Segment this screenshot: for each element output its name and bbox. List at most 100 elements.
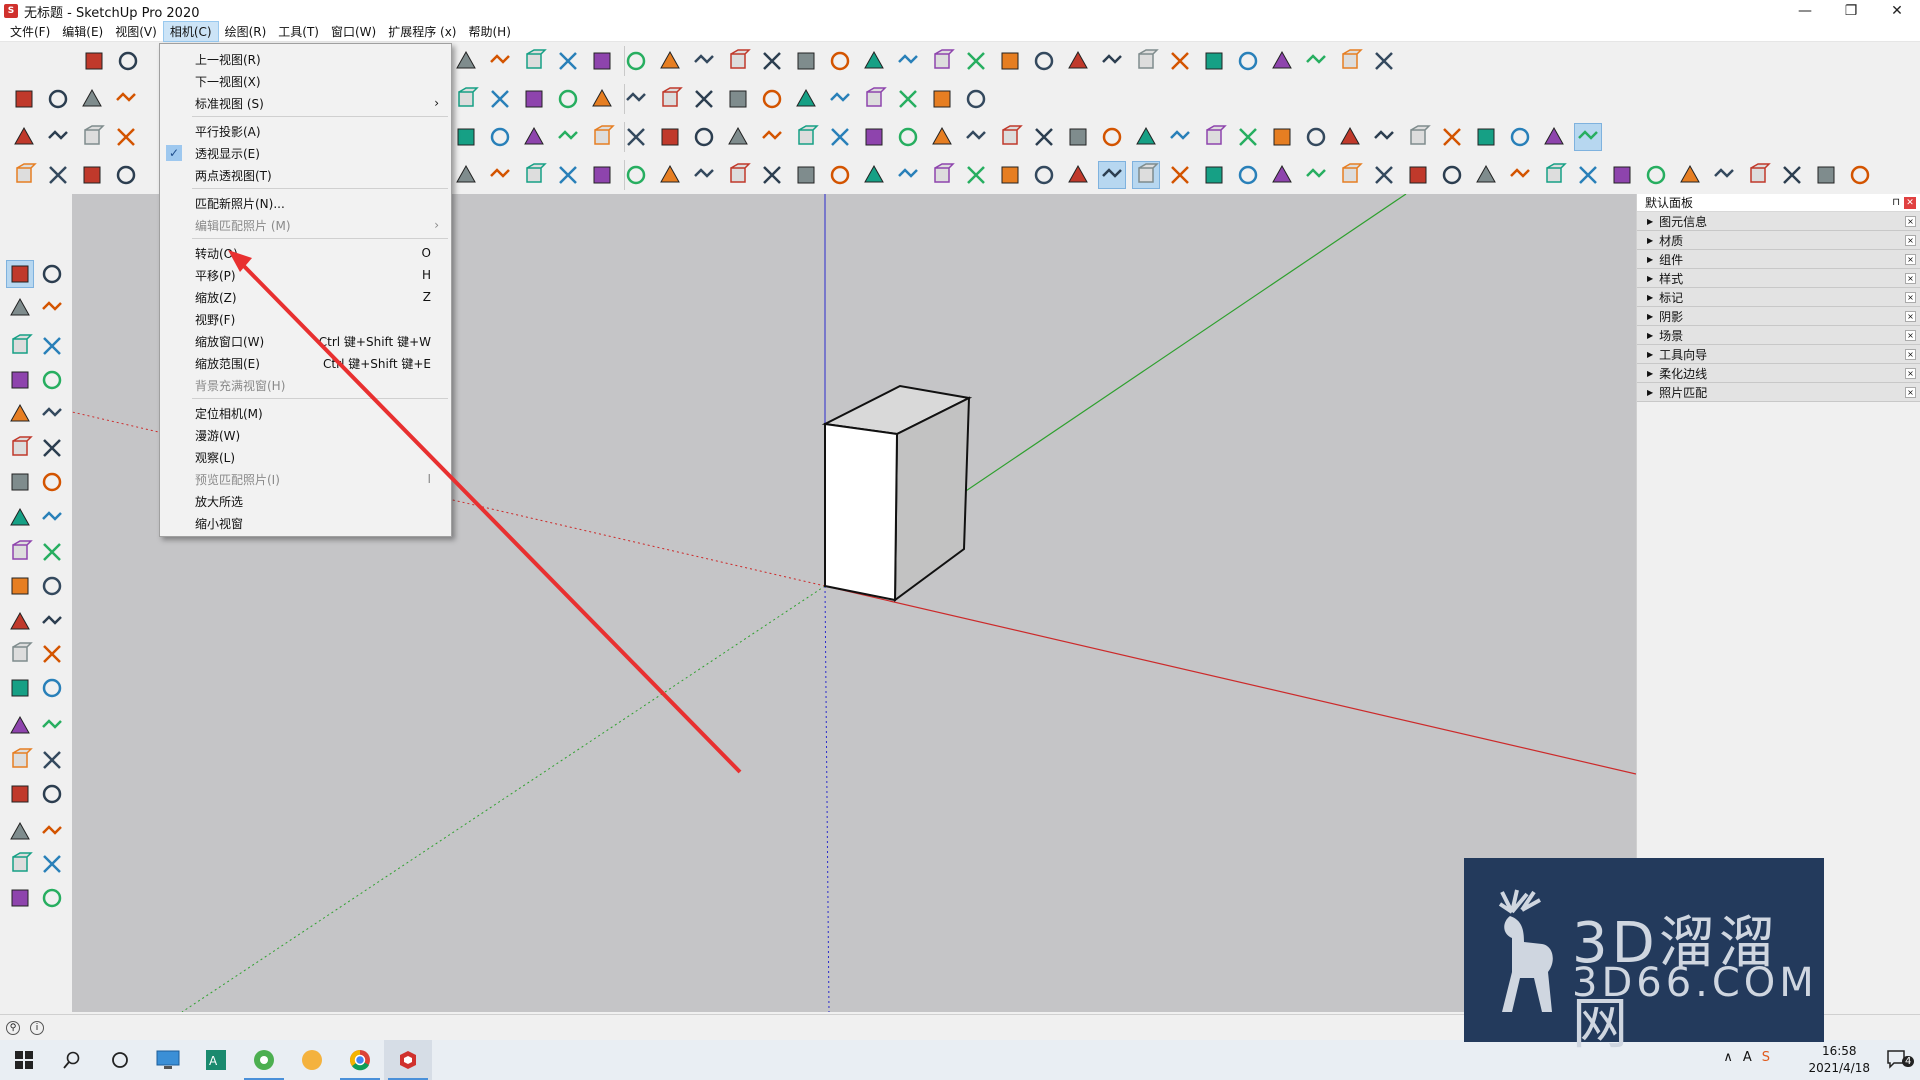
tray-panel-shadows[interactable]: ▶ 阴影 × (1637, 307, 1920, 326)
menu-item-orbit[interactable]: 转动(O) O (160, 242, 451, 264)
menu-item-zoom-extents[interactable]: 缩放范围(E) Ctrl 键+Shift 键+E (160, 352, 451, 374)
taskbar-app-browser-green[interactable] (240, 1040, 288, 1080)
tray-panel-soften-edges[interactable]: ▶ 柔化边线 × (1637, 364, 1920, 383)
toolbar-tool-icon[interactable] (1268, 47, 1296, 75)
menu-tools[interactable]: 工具(T) (272, 22, 325, 41)
restore-button[interactable]: ❐ (1828, 0, 1874, 22)
taskbar-app-autocad[interactable]: A (192, 1040, 240, 1080)
left-tool-icon[interactable] (6, 332, 34, 360)
box-front-face[interactable] (824, 422, 899, 602)
toolbar-tool-icon[interactable] (894, 85, 922, 113)
left-tool-icon[interactable] (6, 434, 34, 462)
toolbar-tool-icon[interactable] (44, 161, 72, 189)
search-button[interactable] (48, 1040, 96, 1080)
toolbar-tool-icon[interactable] (1370, 161, 1398, 189)
menu-item-look-around[interactable]: 观察(L) (160, 446, 451, 468)
menu-item-field-of-view[interactable]: 视野(F) (160, 308, 451, 330)
toolbar-tool-icon[interactable] (724, 161, 752, 189)
panel-close-icon[interactable]: × (1905, 329, 1916, 341)
toolbar-tool-icon[interactable] (44, 123, 72, 151)
toolbar-tool-icon[interactable] (792, 47, 820, 75)
toolbar-tool-icon[interactable] (962, 123, 990, 151)
left-tool-icon[interactable] (38, 538, 66, 566)
toolbar-tool-icon[interactable] (1506, 123, 1534, 151)
left-tool-icon[interactable] (38, 332, 66, 360)
toolbar-tool-icon[interactable] (928, 161, 956, 189)
left-tool-icon[interactable] (38, 884, 66, 912)
toolbar-tool-icon[interactable] (1132, 123, 1160, 151)
toolbar-tool-icon[interactable] (1540, 161, 1568, 189)
toolbar-tool-icon[interactable] (452, 161, 480, 189)
toolbar-tool-icon[interactable] (1064, 123, 1092, 151)
toolbar-tool-icon[interactable] (1302, 123, 1330, 151)
left-tool-icon[interactable] (6, 366, 34, 394)
toolbar-tool-icon[interactable] (792, 123, 820, 151)
left-tool-icon[interactable] (6, 294, 34, 322)
toolbar-tool-icon[interactable] (690, 85, 718, 113)
toolbar-tool-icon[interactable] (758, 47, 786, 75)
toolbar-tool-icon[interactable] (826, 47, 854, 75)
toolbar-tool-icon[interactable] (588, 161, 616, 189)
toolbar-tool-icon[interactable] (520, 123, 548, 151)
tray-panel-styles[interactable]: ▶ 样式 × (1637, 269, 1920, 288)
expand-triangle-icon[interactable]: ▶ (1647, 217, 1653, 226)
panel-close-icon[interactable]: × (1905, 234, 1916, 246)
panel-close-icon[interactable]: × (1905, 253, 1916, 265)
toolbar-tool-icon[interactable] (690, 123, 718, 151)
toolbar-tool-icon[interactable] (860, 161, 888, 189)
toolbar-tool-icon[interactable] (1234, 123, 1262, 151)
menu-item-zoom-selection[interactable]: 放大所选 (160, 490, 451, 512)
panel-close-icon[interactable]: × (1905, 291, 1916, 303)
toolbar-tool-icon[interactable] (78, 161, 106, 189)
toolbar-tool-icon[interactable] (1132, 161, 1160, 189)
toolbar-tool-icon[interactable] (1370, 47, 1398, 75)
toolbar-tool-icon[interactable] (1030, 161, 1058, 189)
toolbar-tool-icon[interactable] (1676, 161, 1704, 189)
toolbar-tool-icon[interactable] (758, 85, 786, 113)
toolbar-tool-icon[interactable] (826, 85, 854, 113)
toolbar-tool-icon[interactable] (1132, 47, 1160, 75)
toolbar-tool-icon[interactable] (690, 47, 718, 75)
toolbar-tool-icon[interactable] (554, 47, 582, 75)
toolbar-tool-icon[interactable] (1506, 161, 1534, 189)
left-tool-icon[interactable] (38, 260, 66, 288)
toolbar-tool-icon[interactable] (962, 47, 990, 75)
toolbar-tool-icon[interactable] (588, 123, 616, 151)
toolbar-tool-icon[interactable] (1200, 123, 1228, 151)
toolbar-tool-icon[interactable] (826, 123, 854, 151)
toolbar-tool-icon[interactable] (554, 85, 582, 113)
expand-triangle-icon[interactable]: ▶ (1647, 293, 1653, 302)
menu-item-position-camera[interactable]: 定位相机(M) (160, 402, 451, 424)
toolbar-tool-icon[interactable] (962, 161, 990, 189)
toolbar-tool-icon[interactable] (1812, 161, 1840, 189)
left-tool-icon[interactable] (6, 468, 34, 496)
toolbar-tool-icon[interactable] (78, 85, 106, 113)
taskbar-app-chrome[interactable] (336, 1040, 384, 1080)
toolbar-tool-icon[interactable] (1438, 161, 1466, 189)
left-tool-icon[interactable] (38, 818, 66, 846)
toolbar-tool-icon[interactable] (1166, 47, 1194, 75)
toolbar-tool-icon[interactable] (112, 161, 140, 189)
menu-item-prev-view[interactable]: 上一视图(R) (160, 48, 451, 70)
left-tool-icon[interactable] (38, 504, 66, 532)
toolbar-tool-icon[interactable] (1370, 123, 1398, 151)
expand-triangle-icon[interactable]: ▶ (1647, 255, 1653, 264)
menu-item-next-view[interactable]: 下一视图(X) (160, 70, 451, 92)
menu-item-two-point-perspective[interactable]: 两点透视图(T) (160, 164, 451, 186)
toolbar-tool-icon[interactable] (1404, 161, 1432, 189)
menu-help[interactable]: 帮助(H) (462, 22, 516, 41)
toolbar-tool-icon[interactable] (554, 161, 582, 189)
left-tool-icon[interactable] (38, 746, 66, 774)
toolbar-tool-icon[interactable] (1098, 161, 1126, 189)
left-tool-icon[interactable] (38, 366, 66, 394)
toolbar-tool-icon[interactable] (1744, 161, 1772, 189)
toolbar-tool-icon[interactable] (758, 161, 786, 189)
taskbar-app-sketchup[interactable] (384, 1040, 432, 1080)
info-icon[interactable]: i (30, 1020, 44, 1035)
tray-panel-components[interactable]: ▶ 组件 × (1637, 250, 1920, 269)
menu-item-parallel-projection[interactable]: 平行投影(A) (160, 120, 451, 142)
toolbar-tool-icon[interactable] (928, 47, 956, 75)
panel-close-icon[interactable]: × (1905, 386, 1916, 398)
expand-triangle-icon[interactable]: ▶ (1647, 350, 1653, 359)
toolbar-tool-icon[interactable] (1404, 123, 1432, 151)
